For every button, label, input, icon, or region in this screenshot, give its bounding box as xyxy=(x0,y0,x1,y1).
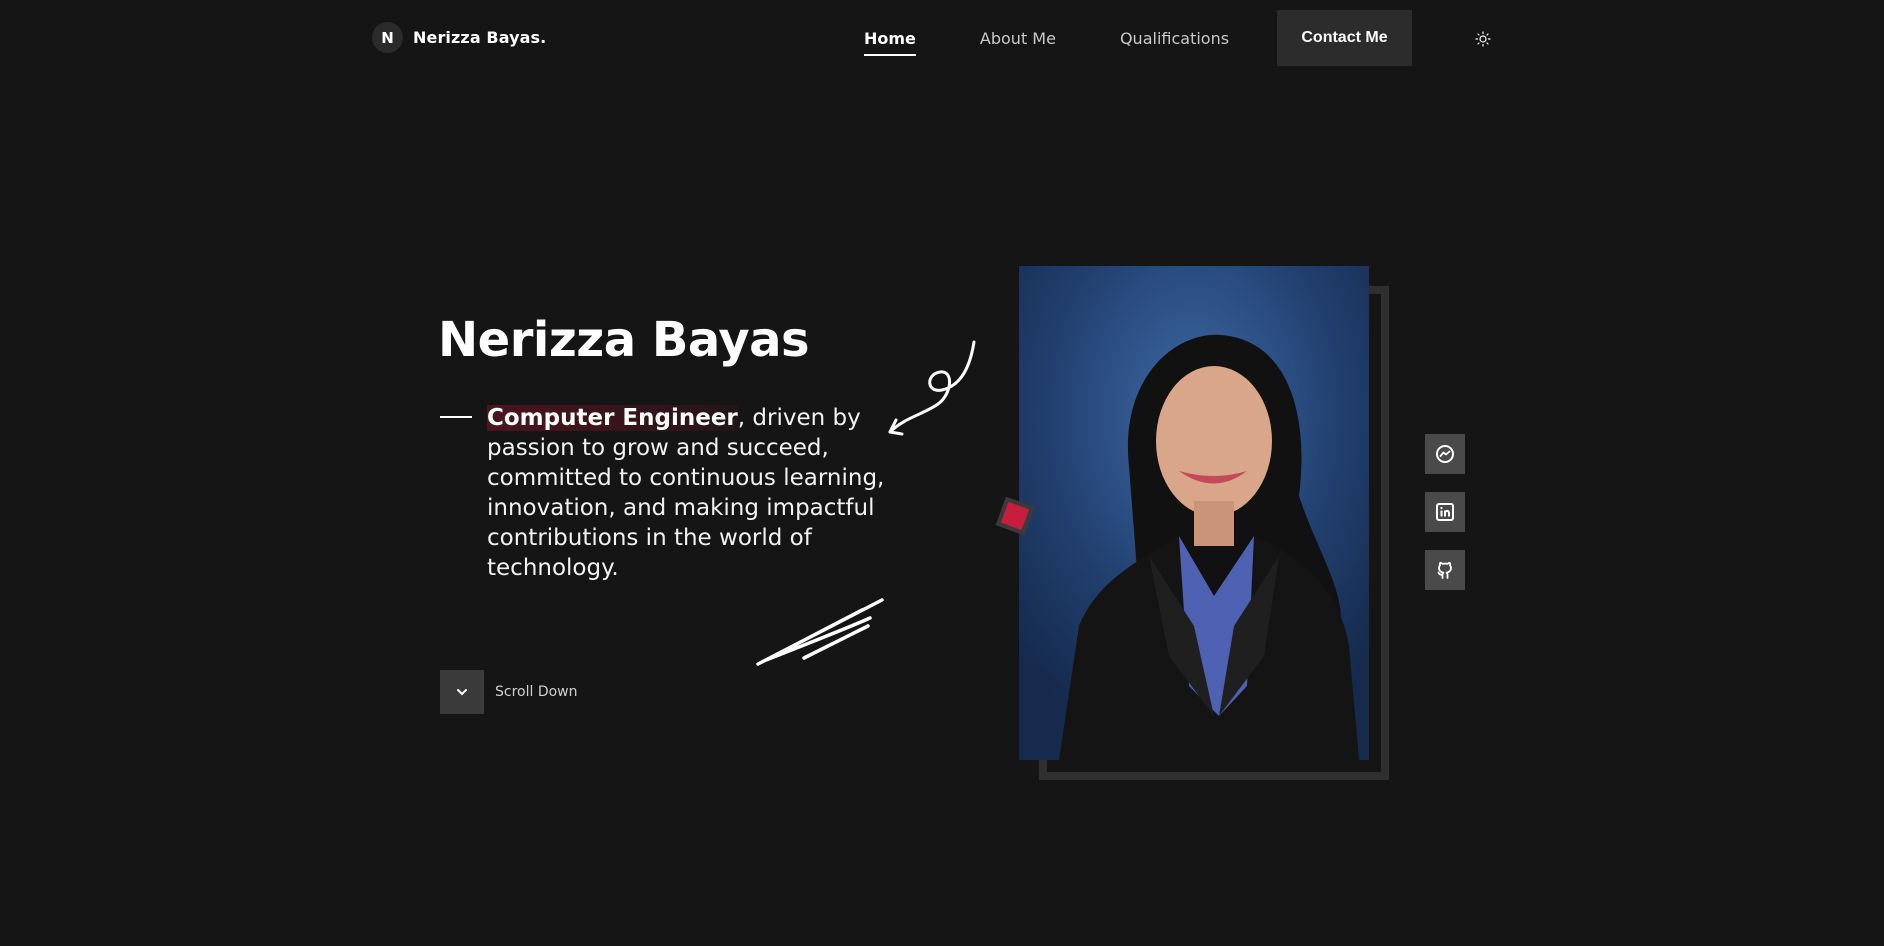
nav-home[interactable]: Home xyxy=(864,29,916,56)
chevron-down-icon xyxy=(457,689,467,696)
brand[interactable]: N Nerizza Bayas. xyxy=(372,22,546,53)
profile-photo xyxy=(1019,266,1369,760)
brand-logo: N xyxy=(372,22,403,53)
description-text: , driven by passion to grow and succeed,… xyxy=(487,405,885,581)
sun-icon xyxy=(1475,31,1491,47)
nav-qualifications[interactable]: Qualifications xyxy=(1120,29,1229,48)
scribble-doodle xyxy=(756,598,884,666)
page: N Nerizza Bayas. Home About Me Qualifica… xyxy=(0,0,1884,946)
contact-me-button[interactable]: Contact Me xyxy=(1277,10,1412,66)
messenger-link[interactable] xyxy=(1425,434,1465,474)
scroll-down-label: Scroll Down xyxy=(495,684,578,700)
main-nav: Home About Me Qualifications xyxy=(864,10,1293,66)
curly-arrow-doodle xyxy=(888,340,976,436)
theme-toggle-button[interactable] xyxy=(1472,28,1494,50)
hero-dash-divider xyxy=(440,416,472,418)
linkedin-link[interactable] xyxy=(1425,492,1465,532)
github-link[interactable] xyxy=(1425,550,1465,590)
role-highlight: Computer Engineer xyxy=(487,405,738,431)
github-icon xyxy=(1437,561,1452,579)
scroll-down-button[interactable] xyxy=(440,670,484,714)
messenger-icon xyxy=(1436,445,1454,463)
nav-about-me[interactable]: About Me xyxy=(980,29,1056,48)
brand-name: Nerizza Bayas. xyxy=(413,28,547,47)
hero-title: Nerizza Bayas xyxy=(438,312,810,368)
linkedin-icon xyxy=(1436,503,1454,521)
hero-description: Computer Engineer, driven by passion to … xyxy=(487,403,887,583)
